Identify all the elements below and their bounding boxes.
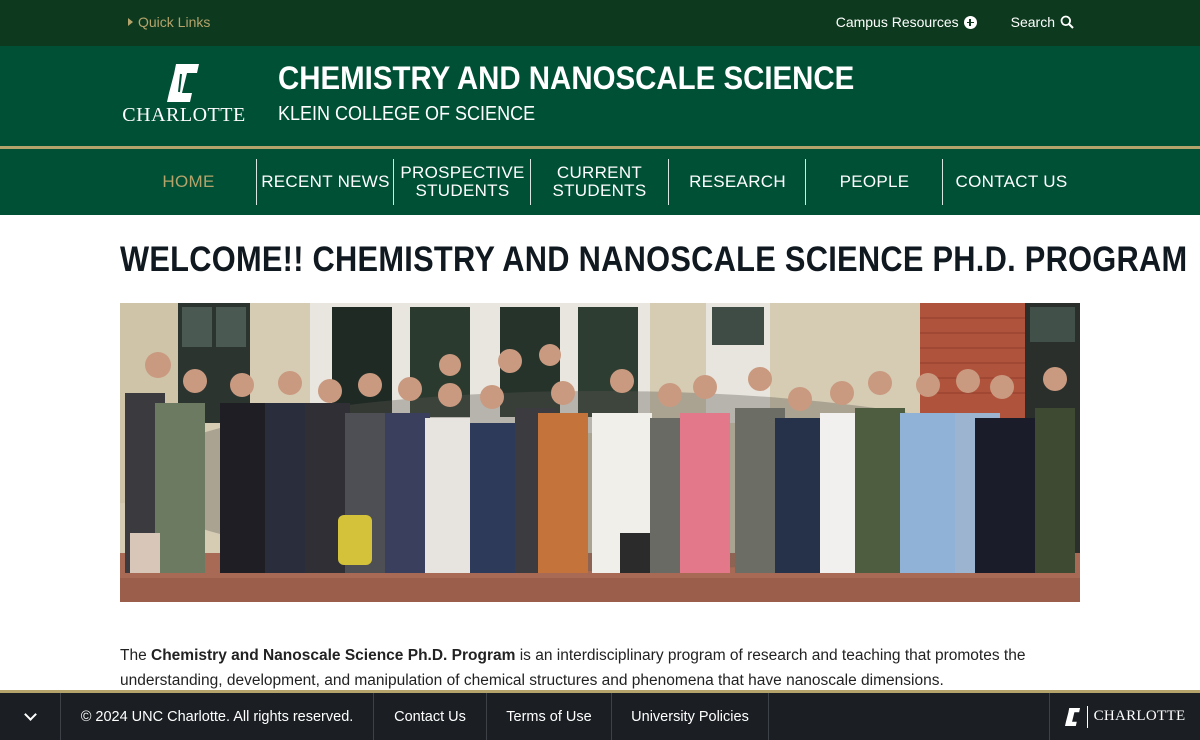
intro-paragraph: The Chemistry and Nanoscale Science Ph.D… <box>120 643 1080 693</box>
charlotte-logo[interactable]: CHARLOTTE <box>119 64 249 126</box>
footer-contact-us-link[interactable]: Contact Us <box>374 693 487 740</box>
footer-logo-divider <box>1086 705 1088 728</box>
footer-policies-link[interactable]: University Policies <box>612 693 769 740</box>
quick-links-label: Quick Links <box>138 14 211 30</box>
site-header: CHARLOTTE CHEMISTRY AND NANOSCALE SCIENC… <box>0 46 1200 147</box>
nav-home[interactable]: HOME <box>120 159 257 205</box>
nav-prospective-students[interactable]: PROSPECTIVE STUDENTS <box>394 159 531 205</box>
caret-right-icon <box>128 18 133 26</box>
footer-policies-label: University Policies <box>631 708 749 725</box>
nav-people[interactable]: PEOPLE <box>806 159 943 205</box>
footer-copyright-cell: © 2024 UNC Charlotte. All rights reserve… <box>61 693 374 740</box>
nav-current-students[interactable]: CURRENT STUDENTS <box>531 159 668 205</box>
page-title: WELCOME!! CHEMISTRY AND NANOSCALE SCIENC… <box>120 240 1188 279</box>
utility-bar: Quick Links Campus Resources Search <box>0 0 1200 46</box>
plus-circle-icon <box>963 15 977 29</box>
footer-charlotte-wordmark: CHARLOTTE <box>1093 708 1186 724</box>
site-footer: © 2024 UNC Charlotte. All rights reserve… <box>0 693 1200 740</box>
search-label: Search <box>1010 14 1055 30</box>
campus-resources-label: Campus Resources <box>835 14 959 30</box>
group-photo <box>120 303 1080 602</box>
chevron-down-icon <box>23 708 37 721</box>
main-navigation: HOME RECENT NEWS PROSPECTIVE STUDENTS CU… <box>0 149 1200 215</box>
search-button[interactable]: Search <box>1011 14 1074 30</box>
nav-recent-news[interactable]: RECENT NEWS <box>257 159 394 205</box>
nav-contact-us[interactable]: CONTACT US <box>943 159 1080 205</box>
footer-charlotte-logo[interactable]: CHARLOTTE <box>1049 693 1200 740</box>
site-subtitle[interactable]: KLEIN COLLEGE OF SCIENCE <box>278 103 535 126</box>
charlotte-c-logo-icon <box>1064 707 1080 726</box>
charlotte-wordmark: CHARLOTTE <box>122 104 246 126</box>
search-icon <box>1060 15 1074 29</box>
intro-program-name: Chemistry and Nanoscale Science Ph.D. Pr… <box>151 647 516 664</box>
charlotte-c-logo-icon <box>167 64 199 102</box>
copyright-text: © 2024 UNC Charlotte. All rights reserve… <box>80 708 354 725</box>
footer-contact-us-label: Contact Us <box>394 708 466 725</box>
footer-terms-link[interactable]: Terms of Use <box>487 693 612 740</box>
footer-expand-button[interactable] <box>0 693 61 740</box>
site-title[interactable]: CHEMISTRY AND NANOSCALE SCIENCE <box>278 60 854 97</box>
footer-terms-label: Terms of Use <box>506 708 592 725</box>
nav-research[interactable]: RESEARCH <box>669 159 806 205</box>
quick-links-toggle[interactable]: Quick Links <box>128 14 210 30</box>
campus-resources-button[interactable]: Campus Resources <box>836 14 977 30</box>
intro-pre: The <box>120 647 152 664</box>
group-photo-image <box>120 303 1080 602</box>
